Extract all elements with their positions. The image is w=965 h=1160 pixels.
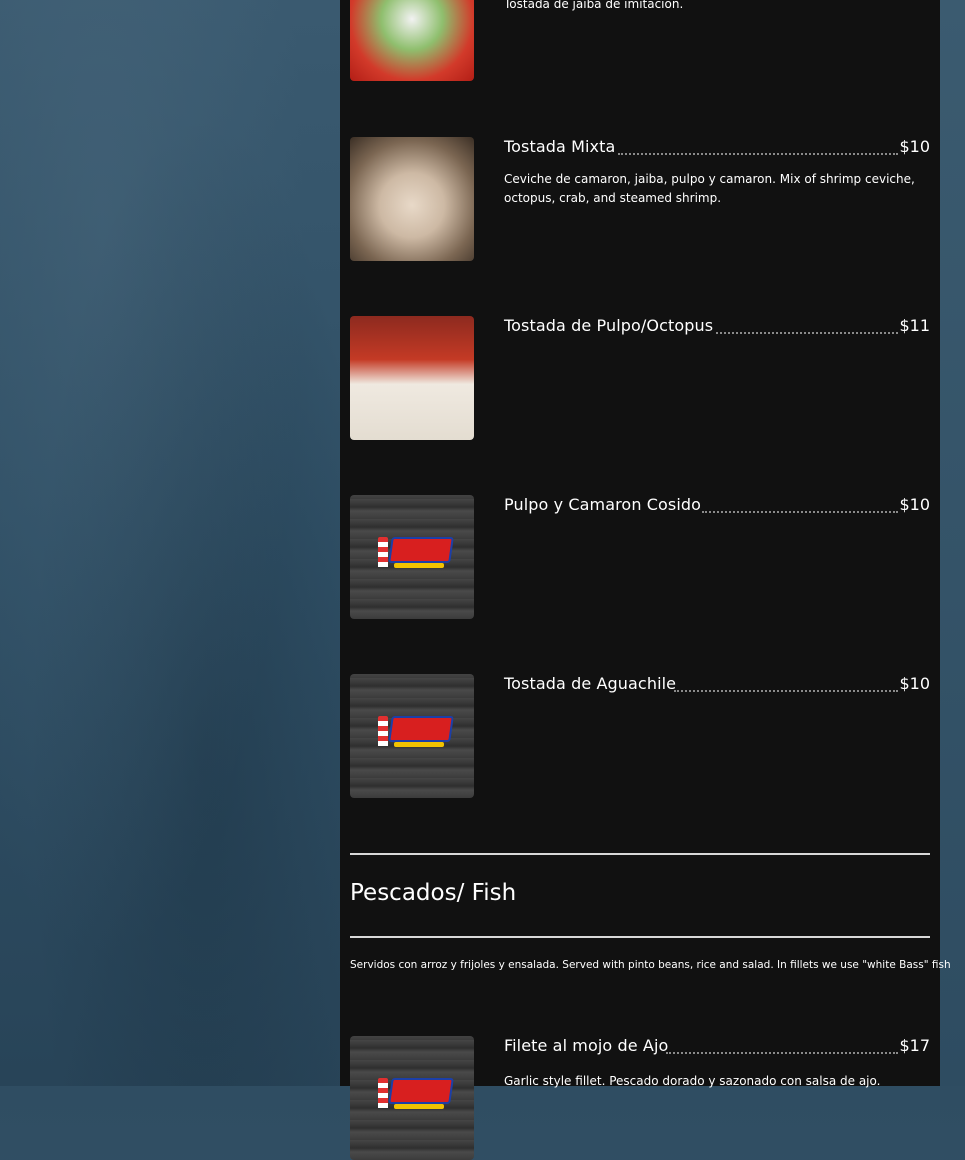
menu-item-name: Pulpo y Camaron Cosido [504, 495, 702, 514]
logo-badge [388, 1078, 454, 1104]
menu-item-name: Filete al mojo de Ajo [504, 1036, 669, 1055]
logo-badge [388, 537, 454, 563]
menu-item: Pulpo y Camaron Cosido $10 [350, 495, 930, 625]
mariscos-morales-logo[interactable] [350, 674, 474, 798]
dotted-leader [716, 320, 898, 334]
menu-item-description: Ceviche de camaron, jaiba, pulpo y camar… [504, 172, 915, 205]
tostada-jaiba-photo[interactable] [350, 0, 474, 81]
menu-item-price: $11 [899, 316, 930, 335]
section-note: Servidos con arroz y frijoles y ensalada… [350, 959, 951, 971]
menu-item-price: $10 [899, 137, 930, 156]
tostada-pulpo-photo[interactable] [350, 316, 474, 440]
menu-item-name: Tostada Mixta [504, 137, 616, 156]
menu-item-description: Tostada de jaiba de imitación. [504, 0, 684, 11]
menu-item: Tostada Mixta $10 Ceviche de camaron, ja… [350, 137, 930, 267]
section-title: Pescados/ Fish [350, 880, 517, 906]
page-background-left [0, 0, 340, 1086]
menu-item-price: $10 [899, 495, 930, 514]
section-divider-top [350, 853, 930, 855]
menu-item: Filete al mojo de Ajo $17 Garlic style f… [350, 1036, 930, 1160]
logo-badge [388, 716, 454, 742]
lighthouse-icon [378, 716, 388, 746]
menu-item-name: Tostada de Aguachile [504, 674, 677, 693]
logo-mark [372, 533, 454, 573]
lighthouse-icon [378, 537, 388, 567]
mariscos-morales-logo[interactable] [350, 495, 474, 619]
logo-mark [372, 1074, 454, 1114]
menu-item: Tostada de Pulpo/Octopus $11 [350, 316, 930, 446]
menu-item-description: Garlic style fillet. Pescado dorado y sa… [504, 1074, 881, 1088]
logo-subtitle-bar [394, 742, 444, 747]
dotted-leader [666, 1040, 898, 1054]
menu-item: Tostada de jaiba de imitación. [350, 0, 930, 87]
logo-subtitle-bar [394, 1104, 444, 1109]
menu-item-price: $17 [899, 1036, 930, 1055]
logo-mark [372, 712, 454, 752]
dotted-leader [618, 141, 898, 155]
dotted-leader [702, 499, 898, 513]
menu-item-name: Tostada de Pulpo/Octopus [504, 316, 714, 335]
logo-subtitle-bar [394, 563, 444, 568]
lighthouse-icon [378, 1078, 388, 1108]
dotted-leader [674, 678, 898, 692]
page-background-right [940, 0, 965, 1086]
menu-item: Tostada de Aguachile $10 [350, 674, 930, 804]
section-divider-bottom [350, 936, 930, 938]
mariscos-morales-logo[interactable] [350, 1036, 474, 1160]
tostada-mixta-photo[interactable] [350, 137, 474, 261]
menu-item-price: $10 [899, 674, 930, 693]
